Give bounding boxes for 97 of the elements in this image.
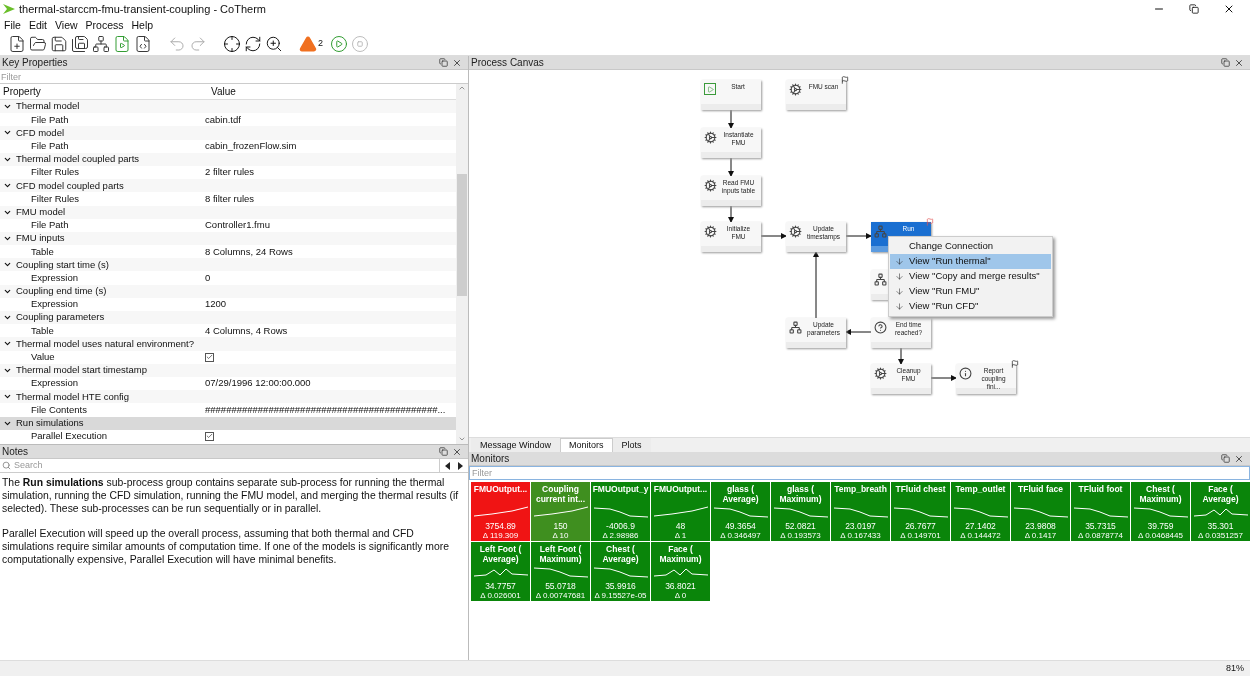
group-label: Thermal model uses natural environment? [15,336,194,351]
panel-title: Process Canvas [471,57,544,68]
warning-count: 2 [318,36,323,50]
monitor-title: Face ( Average) [1201,485,1240,504]
group-label: CFD model coupled parts [15,178,124,193]
monitor-title: TFluid foot [1077,485,1124,496]
group-label: Coupling parameters [15,310,105,325]
property-value: 0 [205,270,211,285]
property-value: 8 filter rules [205,191,255,206]
monitor-value: 27.1402 [965,521,996,531]
property-value: 8 Columns, 24 Rows [205,244,293,259]
monitor-delta: Δ 0.1417 [1024,531,1057,541]
group-label: CFD model [15,125,65,140]
monitor-title: Face ( Maximum) [658,545,703,564]
monitor-title: Left Foot ( Average) [478,545,523,564]
monitor-title: Chest ( Maximum) [1138,485,1183,504]
monitor-delta: Δ 119.309 [482,531,519,541]
monitor-title: Chest ( Average) [601,545,640,564]
monitor-delta: Δ 2.98986 [602,531,639,541]
group-label: Thermal model coupled parts [15,152,140,167]
property-name: Filter Rules [31,165,81,180]
zoom-level: 81% [1226,661,1244,675]
monitor-value: 48 [675,521,686,531]
monitor-delta: Δ 0.167433 [840,531,881,541]
monitor-value: 35.7315 [1085,521,1116,531]
group-label: FMU inputs [15,231,65,246]
monitor-title: Left Foot ( Maximum) [538,545,583,564]
monitor-title: TFluid face [1017,485,1064,496]
monitor-title: Coupling current int... [534,485,587,504]
property-name: Value [31,350,56,365]
monitor-value: 39.759 [1147,521,1174,531]
property-name: Filter Rules [31,191,81,206]
monitor-value: 26.7677 [905,521,936,531]
property-name: File Path [31,112,70,127]
monitor-delta: Δ 0.144472 [960,531,1001,541]
property-name: Table [31,244,55,259]
property-value: 07/29/1996 12:00:00.000 [205,376,311,391]
monitor-value: 23.9808 [1025,521,1056,531]
property-value: ############################################... [205,402,446,417]
monitor-title: FMUOutput_y [591,485,650,496]
monitor-title: Temp_breath [833,485,888,496]
property-name: File Path [31,139,70,154]
group-label: Run simulations [15,415,84,430]
property-name: Expression [31,270,79,285]
monitor-value: 150 [553,521,568,531]
property-name: Expression [31,297,79,312]
property-value: Controller1.fmu [205,218,270,233]
monitor-delta: Δ 0.0878774 [1078,531,1123,541]
property-name: File Contents [31,402,88,417]
monitor-value: -4006.9 [606,521,635,531]
property-value: cabin_frozenFlow.sim [205,139,297,154]
monitor-title: Temp_outlet [954,485,1007,496]
monitor-delta: Δ 0 [674,591,687,601]
monitor-delta: Δ 0.149701 [900,531,941,541]
notes-paragraph: The Run simulations sub-process group contains separate sub-process for running the thermal simulation, running the CFD simulation, running the FMU model, and merging the thermal results (if selected). These sub-processes can be run sequentially or in parallel. [2,476,460,515]
monitor-value: 35.301 [1207,521,1234,531]
monitor-value: 35.9916 [605,581,636,591]
monitor-delta: Δ 1 [674,531,687,541]
group-label: Thermal model [15,99,80,114]
group-label: Thermal model HTE config [15,389,129,404]
panel-title: Notes [2,446,29,457]
monitor-value: 52.0821 [785,521,816,531]
panel-title: Key Properties [2,57,68,68]
monitor-value: 55.0718 [545,581,576,591]
group-label: Coupling end time (s) [15,284,107,299]
monitor-value: 34.7757 [485,581,516,591]
monitor-title: FMUOutput... [652,485,709,496]
monitor-title: TFluid chest [894,485,947,496]
property-value: 2 filter rules [205,165,255,180]
property-name: Parallel Execution [31,429,109,444]
monitor-delta: Δ 0.0468445 [1138,531,1183,541]
group-label: Coupling start time (s) [15,257,109,272]
property-name: Expression [31,376,79,391]
monitor-title: glass ( Maximum) [778,485,823,504]
notes-paragraph: Parallel Execution will speed up the overall process, assuming that both thermal and CFD simulations require similar amounts of computation time. If one of the models is significantly more computationally expensive, Parallel Execution will have minimal benefits. [2,527,450,566]
monitor-title: glass ( Average) [721,485,760,504]
monitor-delta: Δ 0.346497 [720,531,761,541]
monitor-title: FMUOutput... [472,485,529,496]
property-value: 1200 [205,297,227,312]
group-label: FMU model [15,204,66,219]
monitor-delta: Δ 0.0351257 [1198,531,1243,541]
property-name: File Path [31,218,70,233]
monitor-value: 3754.89 [485,521,516,531]
monitor-value: 23.0197 [845,521,876,531]
window-title: thermal-starccm-fmu-transient-coupling - CoTherm [19,1,266,17]
monitor-delta: Δ 0.026001 [480,591,521,601]
property-value: 4 Columns, 4 Rows [205,323,288,338]
monitor-value: 36.8021 [665,581,696,591]
monitor-delta: Δ 10 [552,531,569,541]
monitor-delta: Δ 0.193573 [780,531,821,541]
property-value: cabin.tdf [205,112,241,127]
property-name: Table [31,323,55,338]
monitor-value: 49.3654 [725,521,756,531]
monitor-delta: Δ 9.15527e-05 [594,591,647,601]
panel-title: Monitors [471,453,510,464]
monitor-delta: Δ 0.00747681 [535,591,586,601]
group-label: Thermal model start timestamp [15,363,147,378]
